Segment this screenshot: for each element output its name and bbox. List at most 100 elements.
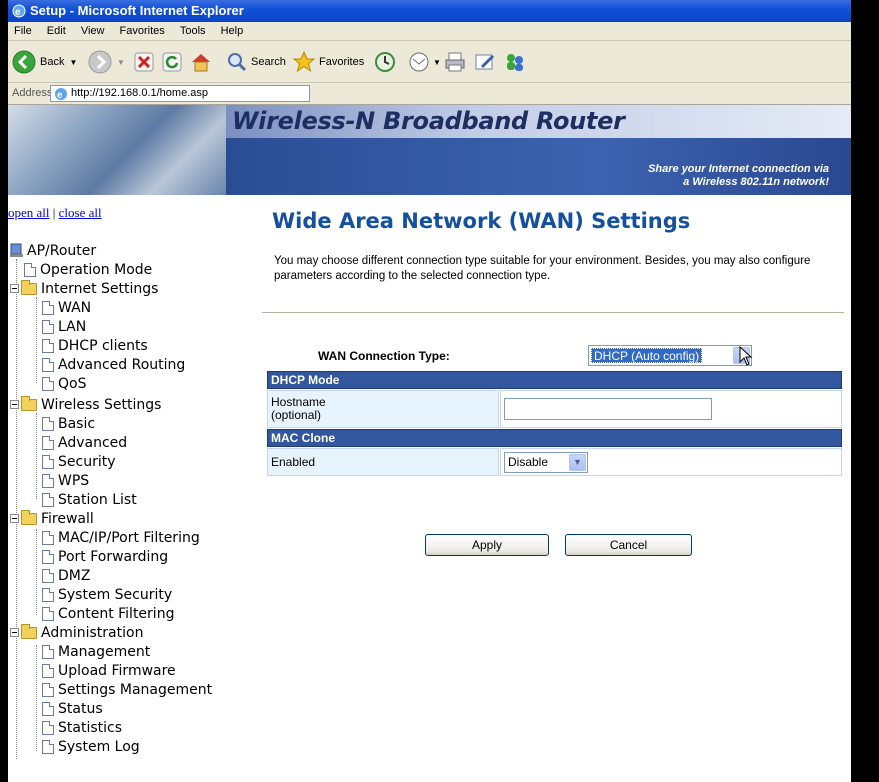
refresh-button[interactable] bbox=[162, 49, 182, 75]
sidebar-folder-wireless-settings[interactable]: Wireless Settings bbox=[10, 395, 161, 414]
sidebar-item-settings-management[interactable]: Settings Management bbox=[42, 680, 212, 699]
sidebar-item-label: WPS bbox=[58, 472, 90, 489]
collapse-icon[interactable] bbox=[10, 284, 19, 293]
sidebar-item-label: Status bbox=[58, 700, 103, 717]
sidebar-item-wan[interactable]: WAN bbox=[42, 298, 91, 317]
sidebar-item-label: Operation Mode bbox=[40, 261, 153, 278]
router-banner: Wireless-N Broadband Router Share your I… bbox=[8, 105, 851, 195]
hostname-input[interactable] bbox=[504, 398, 712, 420]
print-button[interactable] bbox=[444, 49, 466, 75]
enabled-row: Enabled Disable ▼ bbox=[267, 448, 842, 476]
hostname-value-cell bbox=[500, 390, 842, 428]
address-url: http://192.168.0.1/home.asp bbox=[71, 87, 208, 99]
sidebar-folder-internet-settings[interactable]: Internet Settings bbox=[10, 279, 158, 298]
mouse-cursor-icon bbox=[739, 346, 753, 366]
sidebar-item-system-security[interactable]: System Security bbox=[42, 585, 172, 604]
page-icon bbox=[42, 549, 54, 564]
browser-toolbar: Back ▼ ▼ Search Favorites ▼ bbox=[8, 41, 851, 83]
sidebar-folder-firewall[interactable]: Firewall bbox=[10, 509, 94, 528]
sidebar-item-basic[interactable]: Basic bbox=[42, 414, 95, 433]
sidebar-item-label: MAC/IP/Port Filtering bbox=[58, 529, 200, 546]
page-icon: e bbox=[55, 88, 67, 101]
sidebar-item-label: System Security bbox=[58, 586, 173, 603]
collapse-icon[interactable] bbox=[10, 628, 19, 637]
messenger-button[interactable] bbox=[504, 49, 526, 75]
apply-button[interactable]: Apply bbox=[425, 534, 549, 556]
sidebar-folder-label: Wireless Settings bbox=[41, 396, 162, 413]
mail-button[interactable]: ▼ bbox=[408, 49, 441, 75]
chevron-down-icon[interactable]: ▼ bbox=[569, 453, 586, 471]
sidebar-item-label: System Log bbox=[58, 738, 140, 755]
collapse-icon[interactable] bbox=[10, 400, 19, 409]
sidebar-item-lan[interactable]: LAN bbox=[42, 317, 86, 336]
page-description: You may choose different connection type… bbox=[274, 255, 811, 282]
menu-file[interactable]: File bbox=[8, 22, 38, 41]
mac-clone-header-row: MAC Clone bbox=[267, 429, 842, 447]
menu-help[interactable]: Help bbox=[215, 22, 250, 41]
mail-dropdown-icon[interactable]: ▼ bbox=[433, 58, 441, 67]
sidebar-item-wps[interactable]: WPS bbox=[42, 471, 89, 490]
page-icon bbox=[42, 376, 54, 391]
sidebar-item-label: Security bbox=[58, 453, 116, 470]
wan-connection-type-select[interactable]: DHCP (Auto config) ▼ bbox=[588, 345, 752, 366]
window-title: Setup - Microsoft Internet Explorer bbox=[30, 3, 244, 18]
menu-edit[interactable]: Edit bbox=[41, 22, 72, 41]
edit-button[interactable] bbox=[474, 49, 496, 75]
sidebar-item-label: QoS bbox=[58, 375, 87, 392]
sidebar-item-label: Upload Firmware bbox=[58, 662, 176, 679]
sidebar-item-operation-mode[interactable]: Operation Mode bbox=[24, 260, 152, 279]
forward-button[interactable]: ▼ bbox=[88, 49, 125, 75]
address-input[interactable]: e http://192.168.0.1/home.asp bbox=[50, 85, 310, 102]
forward-dropdown-icon[interactable]: ▼ bbox=[117, 58, 125, 67]
favorites-button[interactable]: Favorites bbox=[292, 49, 364, 75]
sidebar-item-qos[interactable]: QoS bbox=[42, 374, 86, 393]
sidebar-item-dhcp-clients[interactable]: DHCP clients bbox=[42, 336, 148, 355]
sidebar-folder-label: Internet Settings bbox=[41, 280, 159, 297]
edit-icon bbox=[475, 54, 495, 70]
mac-clone-enabled-select[interactable]: Disable ▼ bbox=[504, 451, 588, 473]
home-button[interactable] bbox=[190, 49, 212, 75]
page-icon bbox=[42, 435, 54, 450]
wan-connection-type-value: DHCP (Auto config) bbox=[591, 348, 703, 363]
sidebar-item-content-filtering[interactable]: Content Filtering bbox=[42, 604, 174, 623]
sidebar-item-advanced[interactable]: Advanced bbox=[42, 433, 127, 452]
sidebar-item-mac-ip-port-filtering[interactable]: MAC/IP/Port Filtering bbox=[42, 528, 200, 547]
page-content: Wireless-N Broadband Router Share your I… bbox=[8, 105, 851, 782]
tree-links: open all | close all bbox=[8, 205, 102, 221]
back-dropdown-icon[interactable]: ▼ bbox=[69, 58, 77, 67]
page-icon bbox=[42, 587, 54, 602]
mail-icon bbox=[409, 52, 429, 72]
sidebar-item-dmz[interactable]: DMZ bbox=[42, 566, 90, 585]
page-icon bbox=[42, 663, 54, 678]
tree-root[interactable]: AP/Router bbox=[10, 241, 96, 260]
sidebar-item-system-log[interactable]: System Log bbox=[42, 737, 140, 756]
page-icon bbox=[42, 568, 54, 583]
cancel-button[interactable]: Cancel bbox=[565, 534, 692, 556]
sidebar-item-advanced-routing[interactable]: Advanced Routing bbox=[42, 355, 185, 374]
menu-favorites[interactable]: Favorites bbox=[114, 22, 171, 41]
close-all-link[interactable]: close all bbox=[59, 205, 102, 220]
back-button[interactable]: Back ▼ bbox=[12, 49, 77, 75]
sidebar-item-port-forwarding[interactable]: Port Forwarding bbox=[42, 547, 168, 566]
collapse-icon[interactable] bbox=[10, 514, 19, 523]
sidebar-folder-administration[interactable]: Administration bbox=[10, 623, 143, 642]
banner-subtitle-line2: a Wireless 802.11n network! bbox=[683, 176, 829, 188]
sidebar-item-label: Basic bbox=[58, 415, 96, 432]
sidebar-item-management[interactable]: Management bbox=[42, 642, 150, 661]
sidebar-item-upload-firmware[interactable]: Upload Firmware bbox=[42, 661, 176, 680]
sidebar-item-status[interactable]: Status bbox=[42, 699, 103, 718]
stop-button[interactable] bbox=[134, 49, 154, 75]
page-icon bbox=[42, 357, 54, 372]
page-icon bbox=[42, 739, 54, 754]
sidebar-item-security[interactable]: Security bbox=[42, 452, 116, 471]
menu-view[interactable]: View bbox=[75, 22, 111, 41]
sidebar-item-label: LAN bbox=[58, 318, 87, 335]
history-button[interactable] bbox=[374, 49, 396, 75]
tree-root-label: AP/Router bbox=[27, 242, 97, 259]
sidebar-item-statistics[interactable]: Statistics bbox=[42, 718, 122, 737]
open-all-link[interactable]: open all bbox=[8, 205, 50, 220]
search-button[interactable]: Search bbox=[226, 49, 286, 75]
menu-tools[interactable]: Tools bbox=[174, 22, 212, 41]
sidebar-item-label: Management bbox=[58, 643, 151, 660]
sidebar-item-station-list[interactable]: Station List bbox=[42, 490, 137, 509]
